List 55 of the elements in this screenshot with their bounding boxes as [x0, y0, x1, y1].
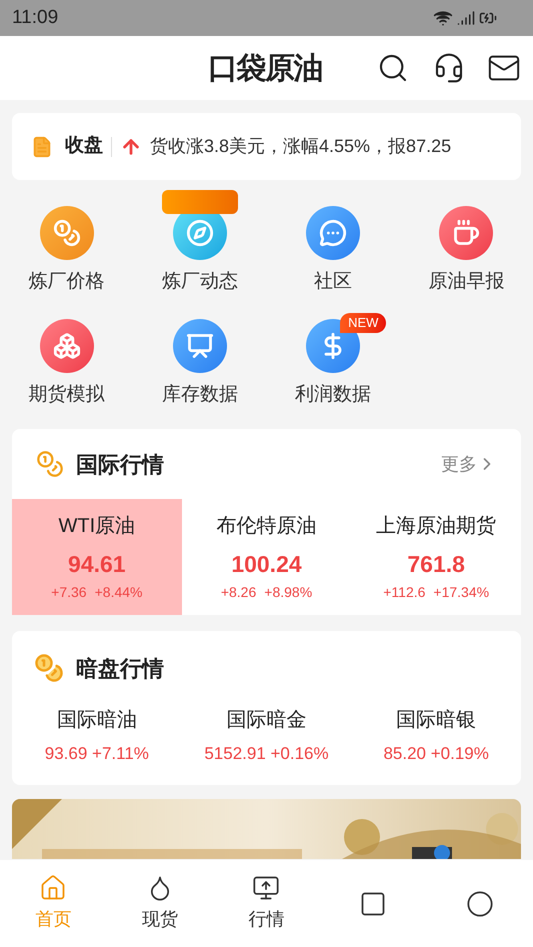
shortcut-label: 原油早报 [428, 270, 504, 294]
change-percent: +8.98% [264, 582, 312, 602]
dark-market-item[interactable]: 国际暗金 5152.91 +0.16% [182, 705, 352, 766]
document-icon [359, 890, 388, 918]
ticker-label: 收盘 [65, 134, 103, 158]
home-icon [39, 874, 68, 902]
dark-market-item[interactable]: 国际暗油 93.69 +7.11% [12, 705, 182, 766]
chart-monitor-icon [252, 874, 280, 902]
dark-market-item[interactable]: 国际暗银 85.20 +0.19% [351, 705, 521, 766]
circle-icon [466, 890, 494, 918]
shortcut-label: 期货模拟 [28, 382, 105, 406]
shortcut-item[interactable]: 库存数据 [133, 298, 266, 411]
market-tile[interactable]: WTI原油 94.61 +7.36 +8.44% [12, 499, 182, 615]
coins-icon [34, 653, 64, 683]
section-title: 国际行情 [76, 450, 164, 478]
market-name: 上海原油期货 [376, 514, 496, 540]
shortcut-item[interactable]: 社区 [266, 186, 400, 298]
shortcut-item[interactable]: NEW 利润数据 [266, 298, 400, 411]
notice-icon [31, 136, 53, 158]
market-quote: 93.69 +7.11% [44, 743, 149, 765]
shortcut-label: 利润数据 [295, 382, 372, 406]
change-value: +8.26 [220, 582, 256, 602]
market-price: 100.24 [231, 550, 302, 580]
app-logo: 口袋原油 [208, 50, 322, 86]
change-percent: +17.34% [433, 582, 490, 602]
shortcut-item[interactable]: 期货模拟 [0, 298, 134, 411]
nav-tab[interactable]: 行情 [213, 874, 320, 933]
market-quote: 5152.91 +0.16% [204, 743, 329, 765]
market-name: 国际暗金 [226, 708, 306, 733]
shortcut-item[interactable]: 原油早报 [400, 186, 533, 298]
status-time: 11:09 [12, 6, 58, 30]
shortcut-item[interactable]: 炼厂动态 [133, 186, 266, 298]
market-price: 94.61 [68, 550, 126, 580]
signal-icon [457, 9, 475, 27]
shortcut-label: 库存数据 [162, 382, 238, 406]
market-name: 国际暗银 [396, 708, 476, 733]
shortcut-label: 社区 [314, 270, 352, 294]
market-name: WTI原油 [58, 514, 136, 540]
nav-tab[interactable]: 现货 [106, 874, 214, 933]
section-title: 暗盘行情 [76, 654, 164, 682]
ticker-text: 货收涨3.8美元，涨幅4.55%，报87.25 [150, 135, 452, 158]
change-value: +112.6 [383, 582, 426, 602]
search-icon[interactable] [377, 52, 409, 84]
market-name: 国际暗油 [56, 708, 137, 733]
more-link[interactable]: 更多 [441, 450, 497, 478]
change-value: +7.36 [51, 582, 87, 602]
change-percent: +8.44% [94, 582, 142, 602]
shortcut-label: 炼厂动态 [162, 270, 238, 294]
market-quote: 85.20 +0.19% [383, 743, 489, 765]
market-price: 761.8 [407, 550, 465, 580]
new-badge: NEW [340, 312, 386, 332]
market-name: 布伦特原油 [216, 514, 316, 540]
headset-icon[interactable] [433, 52, 465, 84]
shortcut-item[interactable]: 炼厂价格 [0, 186, 134, 298]
shortcut-label: 炼厂价格 [28, 270, 105, 294]
